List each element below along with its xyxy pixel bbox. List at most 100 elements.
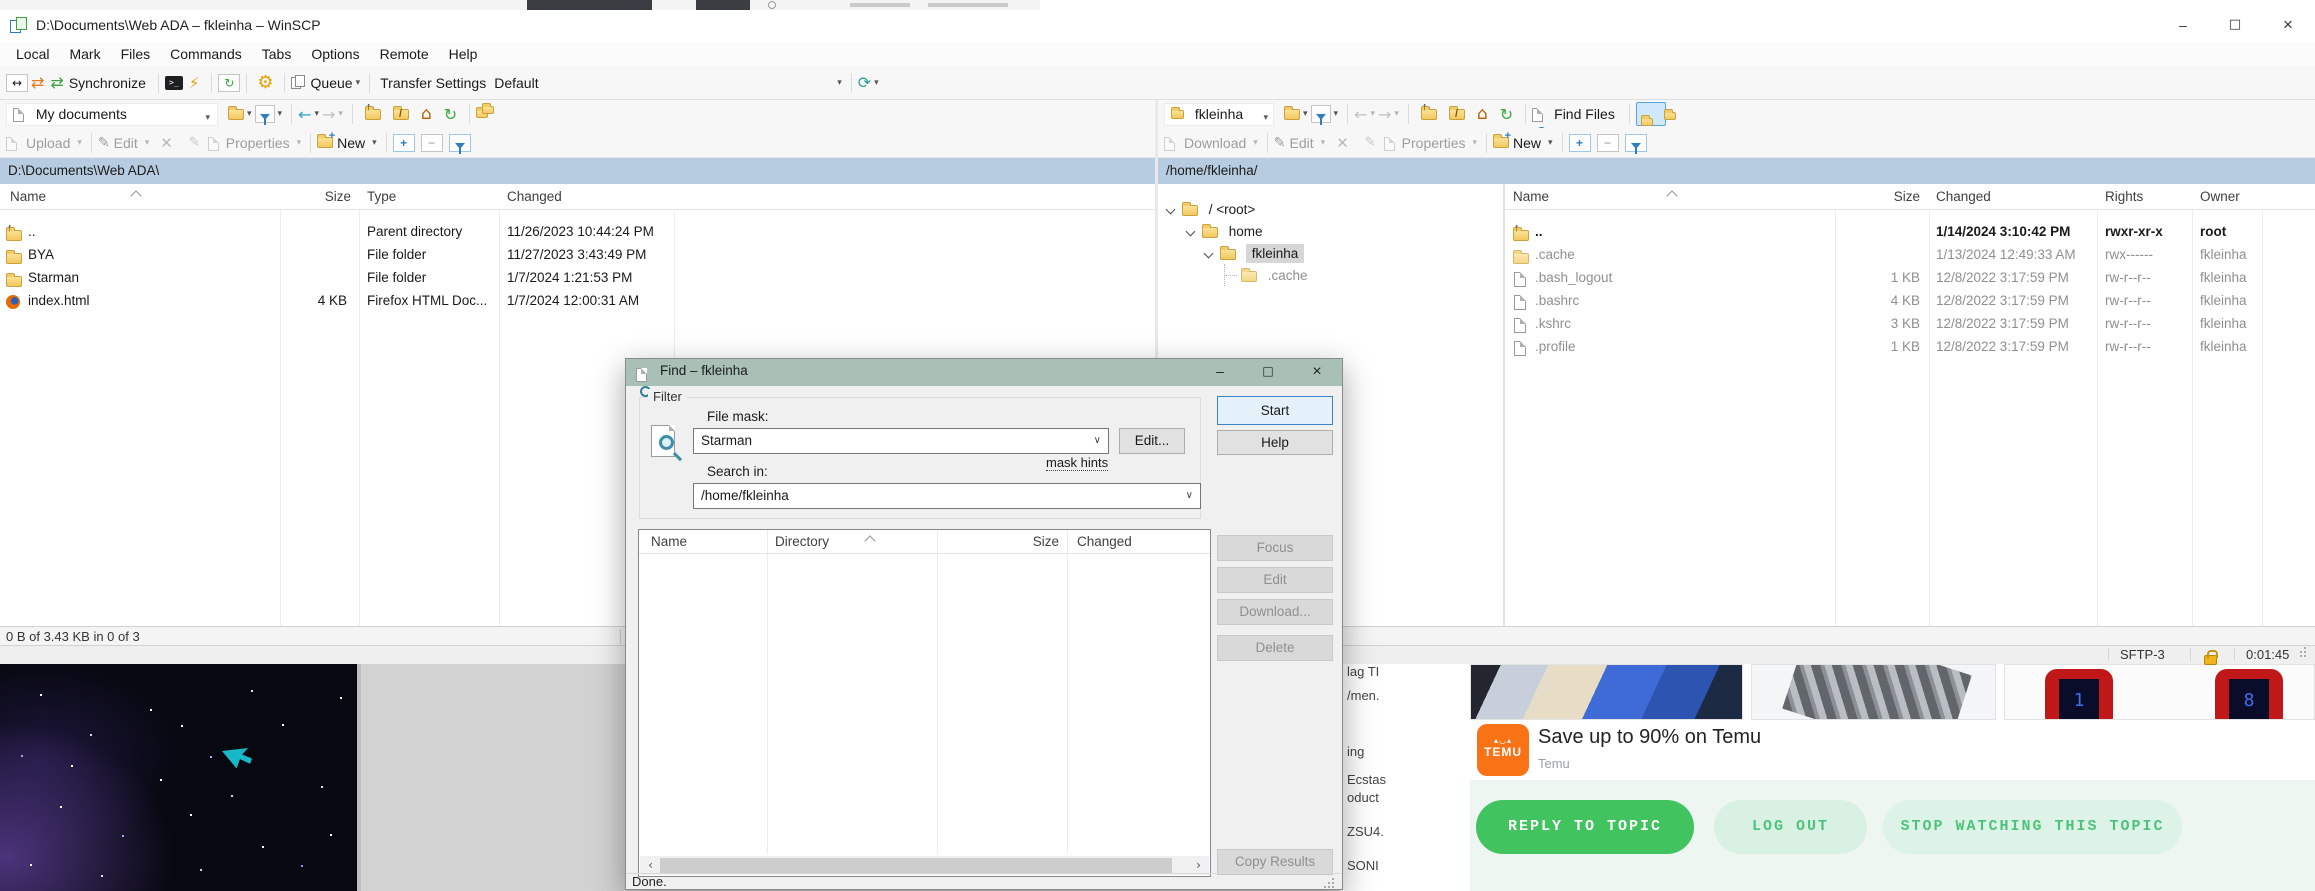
file-row-kshrc[interactable]: .kshrc 3 KB 12/8/2022 3:17:59 PM rw-r--r… <box>1505 312 2315 335</box>
col-header-name[interactable]: Name <box>651 530 687 554</box>
col-header-directory[interactable]: Directory <box>775 530 829 554</box>
menu-local[interactable]: Local <box>6 46 59 62</box>
left-path-bar[interactable]: D:\Documents\Web ADA\ <box>0 158 1155 184</box>
product-image-2[interactable] <box>1751 664 1996 720</box>
menu-remote[interactable]: Remote <box>370 46 439 62</box>
tree-expand-icon[interactable] <box>1186 226 1196 236</box>
mask-edit-button[interactable]: Edit... <box>1119 428 1185 454</box>
home-directory-icon[interactable]: ⌂ <box>1477 104 1488 124</box>
product-image-3[interactable]: 1 8 <box>2004 664 2315 720</box>
chevron-down-icon[interactable]: ▾ <box>837 78 842 88</box>
close-button[interactable]: × <box>2261 10 2315 42</box>
console-icon[interactable]: >_ <box>165 76 183 90</box>
tree-node-home[interactable]: home <box>1187 220 1503 242</box>
reply-to-topic-button[interactable]: REPLY TO TOPIC <box>1476 800 1694 854</box>
back-icon[interactable]: ← <box>298 105 311 124</box>
left-drive-combo[interactable]: My documents ▾ <box>6 103 218 126</box>
filter-icon[interactable] <box>255 105 275 123</box>
parent-directory-icon[interactable] <box>1421 109 1437 120</box>
filter-toggle-icon[interactable] <box>1625 134 1647 152</box>
scrollbar-thumb[interactable] <box>660 858 1172 873</box>
resize-grip[interactable] <box>2300 655 2302 657</box>
tree-node-fkleinha[interactable]: fkleinha <box>1205 242 1503 264</box>
chevron-down-icon[interactable]: ∨ <box>1094 429 1101 453</box>
filter-toggle-icon[interactable] <box>449 134 471 152</box>
synchronize-icon[interactable]: ⇄ <box>50 73 63 92</box>
file-row-bashrc[interactable]: .bashrc 4 KB 12/8/2022 3:17:59 PM rw-r--… <box>1505 289 2315 312</box>
file-row-cache[interactable]: .cache 1/13/2024 12:49:33 AM rwx------ f… <box>1505 243 2315 266</box>
file-row-profile[interactable]: .profile 1 KB 12/8/2022 3:17:59 PM rw-r-… <box>1505 335 2315 358</box>
menu-mark[interactable]: Mark <box>59 46 110 62</box>
stop-watching-button[interactable]: STOP WATCHING THIS TOPIC <box>1883 800 2182 854</box>
preferences-gear-icon[interactable]: ⚙ <box>257 72 273 93</box>
copy-session-icon[interactable] <box>476 106 494 122</box>
dialog-resize-grip[interactable] <box>1328 882 1330 884</box>
help-button[interactable]: Help <box>1217 430 1333 455</box>
product-image-1[interactable] <box>1470 664 1743 720</box>
refresh-icon[interactable]: ↻ <box>1500 105 1513 124</box>
title-bar[interactable]: D:\Documents\Web ADA – fkleinha – WinSCP… <box>0 10 2315 42</box>
command-icon[interactable]: ⚡ <box>189 74 200 92</box>
col-header-rights[interactable]: Rights <box>2105 184 2143 210</box>
file-row-parent[interactable]: .. Parent directory 11/26/2023 10:44:24 … <box>0 220 1155 243</box>
menu-help[interactable]: Help <box>439 46 488 62</box>
col-header-name[interactable]: Name <box>1513 184 1549 210</box>
sync-browse-icon[interactable]: ⇄ <box>31 73 44 92</box>
file-row-bash-logout[interactable]: .bash_logout 1 KB 12/8/2022 3:17:59 PM r… <box>1505 266 2315 289</box>
pane-layout-icon[interactable]: ↔ <box>6 74 28 92</box>
col-header-changed[interactable]: Changed <box>1936 184 1991 210</box>
file-row-bya[interactable]: BYA File folder 11/27/2023 3:43:49 PM <box>0 243 1155 266</box>
chevron-down-icon[interactable]: ▾ <box>874 78 879 88</box>
right-drive-combo[interactable]: fkleinha ▾ <box>1164 103 1274 126</box>
file-row-parent[interactable]: .. 1/14/2024 3:10:42 PM rwxr-xr-x root <box>1505 220 2315 243</box>
chevron-down-icon[interactable]: ▾ <box>356 78 361 88</box>
dialog-maximize-button[interactable]: □ <box>1244 359 1292 386</box>
open-directory-icon[interactable] <box>1284 109 1300 120</box>
mask-hints-link[interactable]: mask hints <box>1046 455 1108 471</box>
open-directory-icon[interactable] <box>228 109 244 120</box>
find-dialog-titlebar[interactable]: Find – fkleinha – □ × <box>626 359 1342 386</box>
find-files-icon[interactable] <box>1532 105 1550 123</box>
menu-options[interactable]: Options <box>301 46 369 62</box>
queue-icon[interactable] <box>291 75 307 91</box>
col-header-changed[interactable]: Changed <box>507 184 562 210</box>
new-icon[interactable] <box>317 137 333 148</box>
refresh-icon[interactable]: ↻ <box>444 105 457 124</box>
search-in-combo[interactable]: /home/fkleinha ∨ <box>693 483 1201 509</box>
tree-expand-icon[interactable] <box>1166 204 1176 214</box>
col-header-size[interactable]: Size <box>280 184 351 210</box>
home-directory-icon[interactable]: ⌂ <box>421 104 432 124</box>
find-files-button[interactable]: Find Files <box>1554 106 1615 122</box>
new-button[interactable]: New <box>337 135 365 151</box>
col-header-name[interactable]: Name <box>10 184 46 210</box>
dialog-minimize-button[interactable]: – <box>1196 359 1244 386</box>
right-path-bar[interactable]: /home/fkleinha/ <box>1158 158 2315 184</box>
col-header-size[interactable]: Size <box>979 530 1059 554</box>
root-directory-icon[interactable] <box>393 109 409 120</box>
root-directory-icon[interactable] <box>1449 109 1465 120</box>
ad-headline[interactable]: Save up to 90% on Temu <box>1538 726 1761 749</box>
transfer-settings-combo[interactable]: Default <box>494 75 834 91</box>
log-out-button[interactable]: LOG OUT <box>1714 800 1867 854</box>
col-header-owner[interactable]: Owner <box>2200 184 2240 210</box>
col-header-type[interactable]: Type <box>367 184 396 210</box>
file-row-index-html[interactable]: index.html 4 KB Firefox HTML Doc... 1/7/… <box>0 289 1155 312</box>
tree-expand-icon[interactable] <box>1204 248 1214 258</box>
col-header-changed[interactable]: Changed <box>1077 530 1132 554</box>
synchronize-browsing-toggle[interactable] <box>1636 102 1666 126</box>
start-button[interactable]: Start <box>1217 396 1333 425</box>
file-row-starman[interactable]: Starman File folder 1/7/2024 1:21:53 PM <box>0 266 1155 289</box>
dialog-close-button[interactable]: × <box>1292 359 1342 386</box>
menu-files[interactable]: Files <box>111 46 161 62</box>
transfer-options-icon[interactable]: ⟳ <box>858 73 871 92</box>
maximize-button[interactable]: □ <box>2209 10 2261 42</box>
add-filter-icon[interactable]: + <box>1569 134 1591 152</box>
tree-node-root[interactable]: / <root> <box>1167 198 1503 220</box>
minimize-button[interactable]: – <box>2157 10 2209 42</box>
filter-icon[interactable] <box>1311 105 1331 123</box>
menu-commands[interactable]: Commands <box>160 46 252 62</box>
menu-tabs[interactable]: Tabs <box>252 46 302 62</box>
queue-button[interactable]: Queue <box>311 75 353 91</box>
refresh-session-icon[interactable]: ↻ <box>218 74 240 92</box>
chevron-down-icon[interactable]: ∨ <box>1186 484 1193 508</box>
